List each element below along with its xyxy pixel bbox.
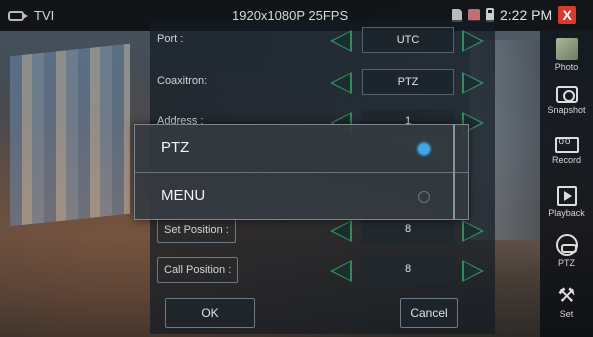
toolbar-snapshot-label: Snapshot bbox=[547, 105, 586, 115]
cancel-button[interactable]: Cancel bbox=[400, 298, 458, 328]
coaxitron-prev-arrow-icon[interactable] bbox=[330, 72, 352, 94]
coaxitron-value[interactable]: PTZ bbox=[362, 69, 454, 95]
call-position-button[interactable]: Call Position : bbox=[157, 257, 239, 283]
radio-selected-icon[interactable] bbox=[418, 143, 430, 155]
clock: 2:22 PM bbox=[500, 7, 553, 23]
close-button[interactable]: X bbox=[558, 6, 577, 24]
toolbar-photo[interactable]: Photo bbox=[540, 38, 593, 72]
popup-option-menu-label: MENU bbox=[161, 187, 206, 204]
call-position-value[interactable]: 8 bbox=[362, 257, 454, 283]
coaxitron-label: Coaxitron: bbox=[157, 75, 208, 87]
feed-shelf bbox=[10, 43, 130, 227]
camera-icon bbox=[555, 86, 578, 103]
toolbar-record[interactable]: Record bbox=[540, 136, 593, 165]
port-value[interactable]: UTC bbox=[362, 27, 454, 53]
right-toolbar: Photo Snapshot Record Playback PTZ ⚒ Set bbox=[540, 31, 593, 337]
ok-button[interactable]: OK bbox=[165, 298, 255, 328]
tools-icon: ⚒ bbox=[557, 285, 576, 307]
toolbar-playback-label: Playback bbox=[548, 208, 585, 218]
port-prev-arrow-icon[interactable] bbox=[330, 30, 352, 52]
ptz-icon bbox=[555, 234, 578, 256]
port-next-arrow-icon[interactable] bbox=[462, 30, 484, 52]
call-position-next-arrow-icon[interactable] bbox=[462, 260, 484, 282]
mode-indicator: TVI bbox=[8, 8, 54, 23]
popup-option-ptz[interactable]: PTZ bbox=[135, 125, 468, 172]
photo-icon bbox=[555, 38, 578, 60]
set-position-button[interactable]: Set Position : bbox=[157, 217, 236, 243]
video-camera-icon bbox=[8, 10, 28, 21]
set-position-value[interactable]: 8 bbox=[362, 217, 454, 243]
toolbar-photo-label: Photo bbox=[554, 62, 579, 72]
toolbar-ptz[interactable]: PTZ bbox=[540, 234, 593, 268]
coaxitron-mode-popup: PTZ MENU bbox=[134, 124, 469, 220]
toolbar-ptz-label: PTZ bbox=[558, 258, 575, 268]
coaxitron-next-arrow-icon[interactable] bbox=[462, 72, 484, 94]
toolbar-set[interactable]: ⚒ Set bbox=[540, 285, 593, 319]
toolbar-record-label: Record bbox=[551, 155, 581, 165]
toolbar-snapshot[interactable]: Snapshot bbox=[540, 86, 593, 115]
popup-divider bbox=[453, 125, 455, 219]
port-label: Port : bbox=[157, 33, 184, 45]
toolbar-set-label: Set bbox=[559, 309, 574, 319]
toolbar-playback[interactable]: Playback bbox=[540, 186, 593, 218]
radio-unselected-icon[interactable] bbox=[418, 191, 430, 203]
mode-label: TVI bbox=[34, 8, 55, 23]
play-icon bbox=[556, 186, 577, 206]
popup-option-menu[interactable]: MENU bbox=[135, 172, 468, 219]
popup-option-ptz-label: PTZ bbox=[161, 139, 190, 156]
record-icon bbox=[554, 136, 579, 153]
set-position-next-arrow-icon[interactable] bbox=[462, 220, 484, 242]
call-position-prev-arrow-icon[interactable] bbox=[330, 260, 352, 282]
settings-row-coaxitron: Coaxitron: PTZ bbox=[150, 65, 495, 99]
settings-row-call-position: Call Position : 8 bbox=[150, 253, 495, 287]
settings-row-port: Port : UTC bbox=[150, 23, 495, 57]
set-position-prev-arrow-icon[interactable] bbox=[330, 220, 352, 242]
